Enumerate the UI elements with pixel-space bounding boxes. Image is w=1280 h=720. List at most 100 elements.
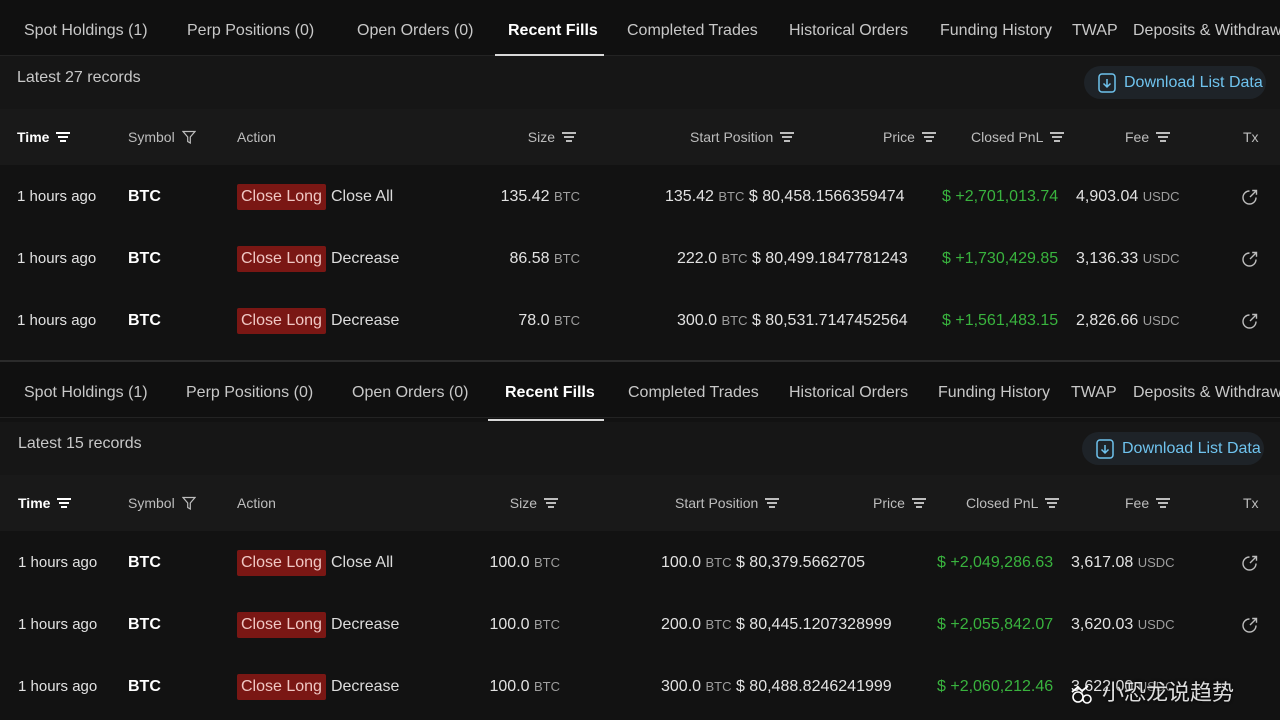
fills-panel-bottom: Spot Holdings (1) Perp Positions (0) Ope…: [0, 362, 1280, 720]
tab-recent-fills[interactable]: Recent Fills: [505, 362, 595, 418]
col-closed-pnl-label: Closed PnL: [966, 495, 1039, 511]
closed-pnl-cell: $ +1,730,429.85: [942, 250, 1059, 267]
external-link-icon[interactable]: [1241, 616, 1259, 634]
download-list-data-button[interactable]: Download List Data: [1082, 432, 1264, 465]
tab-perp-positions[interactable]: Perp Positions (0): [187, 0, 314, 56]
start-position-cell: 300.0 BTC $ 80,488.8246241999: [661, 656, 892, 718]
col-symbol-label: Symbol: [128, 495, 175, 511]
size-cell: 100.0 BTC: [420, 656, 561, 718]
symbol-cell[interactable]: BTC: [128, 290, 161, 352]
col-size[interactable]: Size: [462, 475, 558, 531]
tab-historical-orders[interactable]: Historical Orders: [789, 362, 908, 418]
tab-deposits-withdraw[interactable]: Deposits & Withdraw: [1133, 0, 1280, 56]
download-icon: [1096, 438, 1114, 459]
col-symbol[interactable]: Symbol: [128, 109, 196, 165]
records-bar: Latest 27 records Download List Data: [0, 56, 1280, 109]
tab-perp-positions[interactable]: Perp Positions (0): [186, 362, 313, 418]
external-link-icon[interactable]: [1241, 554, 1259, 572]
tab-funding-history[interactable]: Funding History: [940, 0, 1052, 56]
tx-cell[interactable]: [1241, 532, 1259, 594]
tab-twap[interactable]: TWAP: [1071, 362, 1117, 418]
col-time[interactable]: Time: [17, 109, 71, 165]
tab-spot-holdings[interactable]: Spot Holdings (1): [24, 362, 148, 418]
action-detail: Close All: [330, 554, 394, 571]
sort-icon: [780, 132, 795, 142]
col-fee[interactable]: Fee: [1125, 109, 1171, 165]
col-size-label: Size: [527, 129, 555, 145]
col-closed-pnl[interactable]: Closed PnL: [971, 109, 1065, 165]
external-link-icon[interactable]: [1241, 312, 1259, 330]
symbol-cell[interactable]: BTC: [128, 166, 161, 228]
start-position-value: 200.0: [661, 616, 702, 633]
col-price-label: Price: [883, 129, 915, 145]
fee-value: 3,136.33: [1076, 250, 1139, 267]
closed-pnl-cell: $ +2,055,842.07: [937, 616, 1054, 633]
tab-open-orders[interactable]: Open Orders (0): [352, 362, 468, 418]
sort-icon: [57, 498, 72, 508]
sort-icon: [1045, 498, 1060, 508]
tx-cell[interactable]: [1241, 594, 1259, 656]
symbol-cell[interactable]: BTC: [128, 656, 161, 718]
size-cell: 100.0 BTC: [420, 532, 561, 594]
sort-icon: [1156, 498, 1171, 508]
sort-icon: [921, 132, 936, 142]
fee-unit: USDC: [1137, 555, 1175, 570]
filter-icon: [181, 496, 196, 510]
col-price[interactable]: Price: [873, 475, 926, 531]
tab-bar: Spot Holdings (1) Perp Positions (0) Ope…: [0, 362, 1280, 421]
action-badge: Close Long: [237, 246, 326, 272]
tab-spot-holdings[interactable]: Spot Holdings (1): [24, 0, 148, 56]
tab-funding-history[interactable]: Funding History: [938, 362, 1050, 418]
tx-cell[interactable]: [1241, 166, 1259, 228]
start-position-cell: 135.42 BTC $ 80,458.1566359474: [665, 166, 905, 228]
download-list-data-button[interactable]: Download List Data: [1084, 66, 1266, 99]
action-cell: Close Long Decrease: [237, 290, 399, 352]
col-start-position[interactable]: Start Position: [675, 475, 780, 531]
fee-value: 3,617.08: [1071, 554, 1134, 571]
col-symbol[interactable]: Symbol: [128, 475, 196, 531]
col-size[interactable]: Size: [480, 109, 576, 165]
action-badge: Close Long: [237, 612, 326, 638]
price-value: $ 80,445.1207328999: [735, 616, 892, 633]
tab-recent-fills[interactable]: Recent Fills: [508, 0, 598, 56]
tab-historical-orders[interactable]: Historical Orders: [789, 0, 908, 56]
tab-completed-trades[interactable]: Completed Trades: [628, 362, 759, 418]
col-time-label: Time: [17, 129, 50, 145]
tab-twap[interactable]: TWAP: [1072, 0, 1118, 56]
sort-icon: [562, 132, 576, 142]
action-detail: Decrease: [330, 312, 400, 329]
external-link-icon[interactable]: [1241, 250, 1259, 268]
tx-cell[interactable]: [1241, 228, 1259, 290]
col-action: Action: [237, 109, 276, 165]
col-fee[interactable]: Fee: [1125, 475, 1171, 531]
external-link-icon[interactable]: [1241, 188, 1259, 206]
tx-cell[interactable]: [1241, 290, 1259, 352]
fee-unit: USDC: [1142, 189, 1180, 204]
start-position-unit: BTC: [705, 679, 732, 694]
symbol-cell[interactable]: BTC: [128, 532, 161, 594]
table-row: 1 hours ago BTC Close Long Close All 100.…: [0, 532, 1280, 594]
col-time[interactable]: Time: [18, 475, 72, 531]
col-closed-pnl[interactable]: Closed PnL: [966, 475, 1060, 531]
watermark-text: 小恐龙说趋势: [1102, 681, 1235, 706]
symbol-cell[interactable]: BTC: [128, 594, 161, 656]
start-position-value: 222.0: [677, 250, 718, 267]
price-value: $ 80,379.5662705: [735, 554, 865, 571]
col-start-position[interactable]: Start Position: [690, 109, 795, 165]
col-action-label: Action: [237, 129, 276, 145]
col-price[interactable]: Price: [883, 109, 936, 165]
symbol-cell[interactable]: BTC: [128, 228, 161, 290]
size-cell: 86.58 BTC: [440, 228, 581, 290]
tab-deposits-withdraw[interactable]: Deposits & Withdraw: [1133, 362, 1280, 418]
tab-open-orders[interactable]: Open Orders (0): [357, 0, 473, 56]
fee-cell: 3,136.33 USDC: [1076, 228, 1180, 290]
records-count: Latest 27 records: [17, 69, 141, 86]
start-position-unit: BTC: [721, 313, 748, 328]
tab-completed-trades[interactable]: Completed Trades: [627, 0, 758, 56]
start-position-unit: BTC: [721, 251, 748, 266]
time-cell: 1 hours ago: [18, 554, 98, 571]
action-detail: Decrease: [330, 616, 400, 633]
fee-unit: USDC: [1137, 617, 1175, 632]
start-position-unit: BTC: [718, 189, 745, 204]
action-detail: Decrease: [330, 678, 400, 695]
